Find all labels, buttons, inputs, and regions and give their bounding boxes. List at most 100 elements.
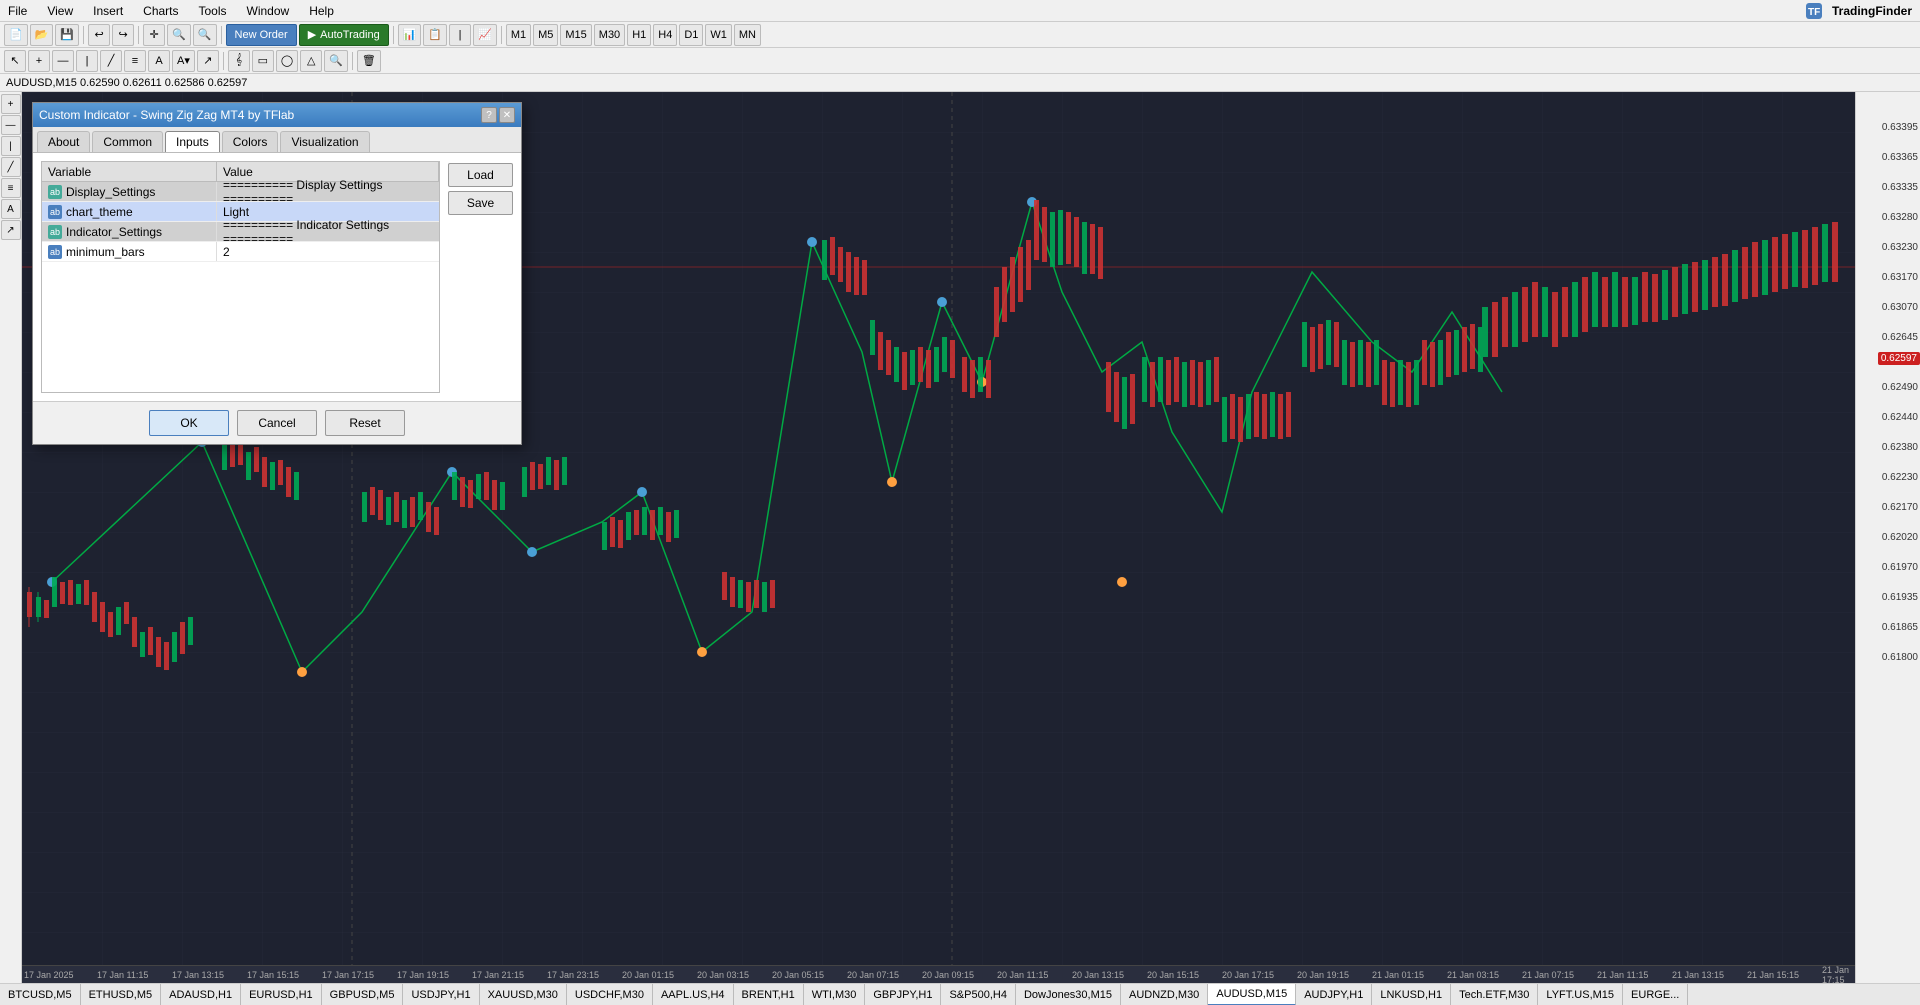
menu-help[interactable]: Help — [305, 2, 338, 20]
tf-logo-text: TradingFinder — [1828, 2, 1916, 20]
ellipse-tool[interactable]: ◯ — [276, 50, 298, 72]
delete-tool[interactable]: 🗑 — [357, 50, 381, 72]
tab-eurusd[interactable]: EURUSD,H1 — [241, 984, 322, 1005]
tab-lnkusd[interactable]: LNKUSD,H1 — [1372, 984, 1451, 1005]
dialog-tabs: About Common Inputs Colors Visualization — [33, 127, 521, 153]
text-tool[interactable]: A — [148, 50, 170, 72]
reset-button[interactable]: Reset — [325, 410, 405, 436]
lp-ray[interactable]: ╱ — [1, 157, 21, 177]
price-8: 0.62490 — [1882, 382, 1918, 393]
tf-m30[interactable]: M30 — [594, 24, 625, 46]
crosshair-tool[interactable]: + — [28, 50, 50, 72]
sep7 — [352, 52, 353, 70]
triangle-tool[interactable]: △ — [300, 50, 322, 72]
tab-audjpy[interactable]: AUDJPY,H1 — [1296, 984, 1372, 1005]
tab-audnzd[interactable]: AUDNZD,M30 — [1121, 984, 1208, 1005]
tf-h1[interactable]: H1 — [627, 24, 651, 46]
tab-adausd[interactable]: ADAUSD,H1 — [161, 984, 241, 1005]
save-btn[interactable]: 💾 — [55, 24, 79, 46]
lp-vline[interactable]: | — [1, 136, 21, 156]
price-12: 0.62170 — [1882, 502, 1918, 513]
dialog-close-btn[interactable]: ✕ — [499, 107, 515, 123]
tab-usdjpy[interactable]: USDJPY,H1 — [403, 984, 479, 1005]
menu-insert[interactable]: Insert — [89, 2, 127, 20]
template-btn[interactable]: 📋 — [423, 24, 447, 46]
tab-about[interactable]: About — [37, 131, 90, 152]
menu-window[interactable]: Window — [243, 2, 294, 20]
tab-aapl[interactable]: AAPL.US,H4 — [653, 984, 734, 1005]
toolbar-drawing: ↖ + — | ╱ ≡ A A▾ ↗ 𝄞 ▭ ◯ △ 🔍 🗑 — [0, 48, 1920, 74]
tab-common[interactable]: Common — [92, 131, 163, 152]
tab-sp500[interactable]: S&P500,H4 — [941, 984, 1015, 1005]
tab-dowjones[interactable]: DowJones30,M15 — [1016, 984, 1121, 1005]
new-btn[interactable]: 📄 — [4, 24, 28, 46]
tab-usdchf[interactable]: USDCHF,M30 — [567, 984, 653, 1005]
crosshair-btn[interactable]: ✛ — [143, 24, 165, 46]
new-order-label: New Order — [235, 29, 288, 41]
redo-btn[interactable]: ↪ — [112, 24, 134, 46]
tf-d1[interactable]: D1 — [679, 24, 703, 46]
tab-lyft[interactable]: LYFT.US,M15 — [1538, 984, 1623, 1005]
tab-brent[interactable]: BRENT,H1 — [734, 984, 804, 1005]
tab-audusd[interactable]: AUDUSD,M15 — [1208, 984, 1296, 1005]
tab-gbpusd[interactable]: GBPUSD,M5 — [322, 984, 404, 1005]
menu-file[interactable]: File — [4, 2, 31, 20]
period-sep-btn[interactable]: | — [449, 24, 471, 46]
lp-channel[interactable]: ≡ — [1, 178, 21, 198]
zoomin-btn[interactable]: 🔍 — [167, 24, 191, 46]
chart-tabs-bar: BTCUSD,M5 ETHUSD,M5 ADAUSD,H1 EURUSD,H1 … — [0, 983, 1920, 1005]
tf-m15[interactable]: M15 — [560, 24, 591, 46]
label-tool[interactable]: A▾ — [172, 50, 195, 72]
lp-line[interactable]: — — [1, 115, 21, 135]
load-button[interactable]: Load — [448, 163, 513, 187]
row-var-display-settings: ab Display_Settings — [42, 182, 217, 201]
table-row[interactable]: ab Indicator_Settings ========== Indicat… — [42, 222, 439, 242]
autotrading-btn[interactable]: ▶ AutoTrading — [299, 24, 389, 46]
zoom-tool[interactable]: 🔍 — [324, 50, 348, 72]
menu-view[interactable]: View — [43, 2, 77, 20]
new-order-btn[interactable]: New Order — [226, 24, 297, 46]
tab-xauusd[interactable]: XAUUSD,M30 — [480, 984, 567, 1005]
vline-tool[interactable]: | — [76, 50, 98, 72]
undo-btn[interactable]: ↩ — [88, 24, 110, 46]
tf-h4[interactable]: H4 — [653, 24, 677, 46]
tf-mn[interactable]: MN — [734, 24, 761, 46]
tab-colors[interactable]: Colors — [222, 131, 279, 152]
ok-button[interactable]: OK — [149, 410, 229, 436]
tf-m5[interactable]: M5 — [533, 24, 558, 46]
lp-text[interactable]: A — [1, 199, 21, 219]
cancel-button[interactable]: Cancel — [237, 410, 317, 436]
tab-ethusd[interactable]: ETHUSD,M5 — [81, 984, 162, 1005]
chart-type-btn[interactable]: 📈 — [473, 24, 497, 46]
lp-arrow[interactable]: ↗ — [1, 220, 21, 240]
menu-charts[interactable]: Charts — [139, 2, 182, 20]
arrow-draw-tool[interactable]: ↗ — [197, 50, 219, 72]
tab-wti[interactable]: WTI,M30 — [804, 984, 866, 1005]
save-button[interactable]: Save — [448, 191, 513, 215]
tab-inputs[interactable]: Inputs — [165, 131, 220, 152]
tab-techetf[interactable]: Tech.ETF,M30 — [1451, 984, 1538, 1005]
open-btn[interactable]: 📂 — [30, 24, 54, 46]
rect-tool[interactable]: ▭ — [252, 50, 274, 72]
lp-crosshair[interactable]: + — [1, 94, 21, 114]
zoomout-btn[interactable]: 🔍 — [193, 24, 217, 46]
dialog-help-btn[interactable]: ? — [481, 107, 497, 123]
trendline-tool[interactable]: ╱ — [100, 50, 122, 72]
table-row[interactable]: ab minimum_bars 2 — [42, 242, 439, 262]
table-row[interactable]: ab Display_Settings ========== Display S… — [42, 182, 439, 202]
price-4: 0.63230 — [1882, 242, 1918, 253]
indicator-btn[interactable]: 📊 — [398, 24, 422, 46]
fib-tool[interactable]: 𝄞 — [228, 50, 250, 72]
dialog-title-bar[interactable]: Custom Indicator - Swing Zig Zag MT4 by … — [33, 103, 521, 127]
hline-tool[interactable]: — — [52, 50, 74, 72]
tab-gbpjpy[interactable]: GBPJPY,H1 — [865, 984, 941, 1005]
hchannel-tool[interactable]: ≡ — [124, 50, 146, 72]
tab-visualization[interactable]: Visualization — [280, 131, 369, 152]
menu-tools[interactable]: Tools — [195, 2, 231, 20]
arrow-tool[interactable]: ↖ — [4, 50, 26, 72]
price-9: 0.62440 — [1882, 412, 1918, 423]
tf-w1[interactable]: W1 — [705, 24, 732, 46]
tab-eurge[interactable]: EURGE... — [1623, 984, 1688, 1005]
tf-m1[interactable]: M1 — [506, 24, 531, 46]
tab-btcusd[interactable]: BTCUSD,M5 — [0, 984, 81, 1005]
